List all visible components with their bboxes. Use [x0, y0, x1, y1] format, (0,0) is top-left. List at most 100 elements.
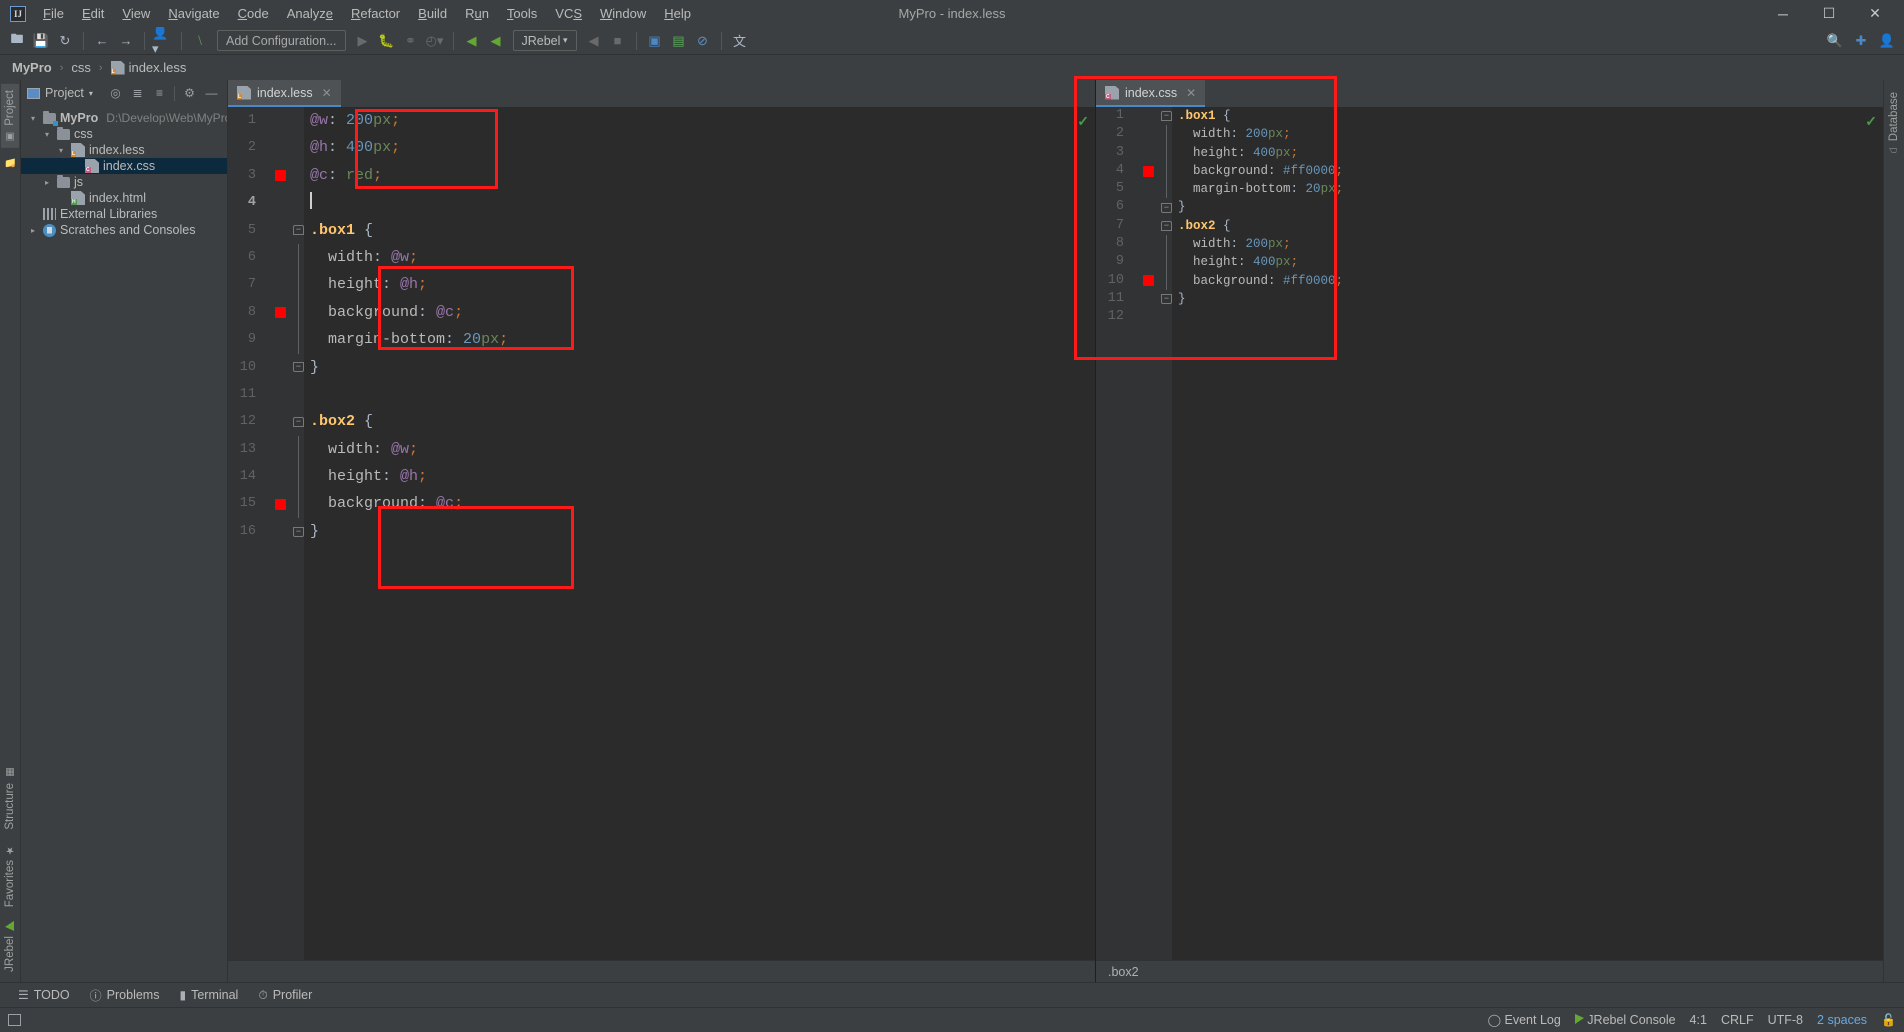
code-line[interactable]	[1178, 308, 1883, 326]
coverage-icon[interactable]: ⚭	[400, 30, 422, 52]
breakpoint-icon[interactable]	[1143, 165, 1154, 177]
open-folder-icon[interactable]: 🖿	[6, 30, 28, 52]
fold-row[interactable]	[1160, 308, 1172, 326]
toggle-toolwindows-icon[interactable]	[8, 1014, 21, 1026]
indent-setting[interactable]: 2 spaces	[1817, 1013, 1867, 1027]
code-folding-column[interactable]: − − − −	[1160, 107, 1172, 960]
fold-row[interactable]: −	[292, 354, 304, 381]
close-icon[interactable]: ✕	[1186, 86, 1196, 100]
close-button[interactable]: ✕	[1852, 0, 1898, 27]
code-line[interactable]: }	[310, 518, 1095, 545]
fold-collapse-icon[interactable]: −	[293, 225, 304, 236]
code-line[interactable]	[310, 189, 1095, 216]
code-line[interactable]: width: @w;	[310, 244, 1095, 271]
sync-icon[interactable]: ↻	[54, 30, 76, 52]
profile-run-icon[interactable]: ◴▾	[424, 30, 446, 52]
bottom-tab-terminal[interactable]: ▮ Terminal	[169, 985, 248, 1005]
menu-item-file[interactable]: File	[34, 2, 73, 25]
gutter-mark-row[interactable]	[262, 518, 292, 545]
code-line[interactable]: margin-bottom: 20px;	[310, 326, 1095, 353]
tab-index-less[interactable]: L index.less ✕	[228, 80, 341, 107]
chevron-right-icon[interactable]: ▸	[41, 178, 53, 187]
code-line[interactable]: @w: 200px;	[310, 107, 1095, 134]
gutter-mark-row[interactable]	[262, 463, 292, 490]
gutter-mark-row[interactable]	[1130, 125, 1160, 143]
code-line[interactable]: .box1 {	[1178, 107, 1883, 125]
gutter-mark-row[interactable]	[262, 299, 292, 326]
code-line[interactable]: width: @w;	[310, 436, 1095, 463]
menu-item-navigate[interactable]: Navigate	[159, 2, 228, 25]
fold-row[interactable]	[1160, 161, 1172, 181]
chevron-down-icon[interactable]: ▾	[27, 114, 39, 123]
plus-badge-icon[interactable]: ✚	[1850, 30, 1872, 52]
menu-item-window[interactable]: Window	[591, 2, 655, 25]
unlocked-icon[interactable]: 🔓	[1881, 1013, 1896, 1027]
code-line[interactable]: height: @h;	[310, 271, 1095, 298]
back-arrow-icon[interactable]: ←	[91, 30, 113, 52]
fold-row[interactable]	[292, 107, 304, 134]
project-panel-title-group[interactable]: Project ▾	[27, 86, 93, 100]
fold-row[interactable]	[1160, 235, 1172, 254]
breadcrumb-item-file[interactable]: L index.less	[107, 59, 191, 76]
fold-row[interactable]	[1160, 271, 1172, 290]
code-line[interactable]: .box1 {	[310, 217, 1095, 244]
menu-item-refactor[interactable]: Refactor	[342, 2, 409, 25]
save-icon[interactable]: 💾	[30, 30, 52, 52]
gutter-mark-row[interactable]	[262, 326, 292, 353]
gutter-mark-row[interactable]	[1130, 308, 1160, 326]
fold-row[interactable]: −	[292, 217, 304, 244]
search-icon[interactable]: 🔍	[1824, 30, 1846, 52]
menu-item-build[interactable]: Build	[409, 2, 456, 25]
tree-node-mypro[interactable]: ▾ MyPro D:\Develop\Web\MyPro	[21, 110, 227, 126]
code-line[interactable]: width: 200px;	[1178, 125, 1883, 143]
event-log-button[interactable]: ◯ Event Log	[1488, 1013, 1561, 1027]
tree-node-index-less[interactable]: ▾ Lindex.less	[21, 142, 227, 158]
code-line[interactable]: @c: red;	[310, 162, 1095, 189]
menu-item-edit[interactable]: Edit	[73, 2, 113, 25]
code-line[interactable]: background: @c;	[310, 490, 1095, 517]
code-line[interactable]: .box2 {	[1178, 217, 1883, 235]
line-separator[interactable]: CRLF	[1721, 1013, 1754, 1027]
chevron-down-icon[interactable]: ▾	[55, 146, 67, 155]
fold-row[interactable]	[292, 381, 304, 408]
jrebel-run-icon[interactable]: ◀	[461, 30, 483, 52]
editor-gutter-less[interactable]: 1 2 3 4 5 6 7 8 9 10 11 12 13 14 15 16− − − −	[228, 107, 304, 960]
code-line[interactable]: width: 200px;	[1178, 235, 1883, 253]
gutter-mark-row[interactable]	[262, 490, 292, 517]
fold-row[interactable]	[292, 326, 304, 354]
inspection-status-icon-css[interactable]: ✓	[1865, 113, 1877, 130]
gutter-mark-row[interactable]	[262, 189, 292, 216]
settings-gear-icon[interactable]: ⚙	[180, 84, 199, 103]
fold-row[interactable]	[292, 134, 304, 161]
breakpoint-icon[interactable]	[1143, 275, 1154, 287]
fold-row[interactable]: −	[1160, 217, 1172, 235]
bottom-tab-problems[interactable]: ⓘ Problems	[80, 984, 170, 1007]
tab-index-css[interactable]: C index.css ✕	[1096, 80, 1206, 107]
menu-item-tools[interactable]: Tools	[498, 2, 546, 25]
caret-position[interactable]: 4:1	[1690, 1013, 1707, 1027]
gutter-mark-row[interactable]	[262, 381, 292, 408]
fold-end-icon[interactable]: −	[1161, 202, 1172, 213]
fold-row[interactable]	[292, 189, 304, 216]
code-line[interactable]: background: #ff0000;	[1178, 162, 1883, 180]
gutter-mark-row[interactable]	[1130, 272, 1160, 290]
gutter-mark-row[interactable]	[1130, 162, 1160, 180]
debug-icon[interactable]: 🐛	[376, 30, 398, 52]
tree-node-css[interactable]: ▾ css	[21, 126, 227, 142]
jrebel-selector[interactable]: JRebel ▾	[512, 30, 577, 51]
sidebar-item-favorites[interactable]: Favorites ★	[1, 838, 19, 913]
editor-code-less[interactable]: @w: 200px; @h: 400px; @c: red; .box1 { widt…	[304, 107, 1095, 960]
jrebel-console-button[interactable]: JRebel Console	[1574, 1013, 1676, 1027]
avatar-icon[interactable]: 👤	[1876, 30, 1898, 52]
menu-item-code[interactable]: Code	[229, 2, 278, 25]
editor-breadcrumb-css[interactable]: .box2	[1096, 960, 1883, 982]
menu-item-view[interactable]: View	[113, 2, 159, 25]
gutter-mark-row[interactable]	[1130, 253, 1160, 271]
hide-icon[interactable]: —	[202, 84, 221, 103]
close-icon[interactable]: ✕	[322, 86, 332, 100]
gutter-mark-row[interactable]	[1130, 198, 1160, 216]
fold-row[interactable]	[1160, 180, 1172, 199]
fold-row[interactable]	[292, 435, 304, 464]
no-entry-icon[interactable]: ⊘	[692, 30, 714, 52]
fold-row[interactable]	[292, 243, 304, 272]
